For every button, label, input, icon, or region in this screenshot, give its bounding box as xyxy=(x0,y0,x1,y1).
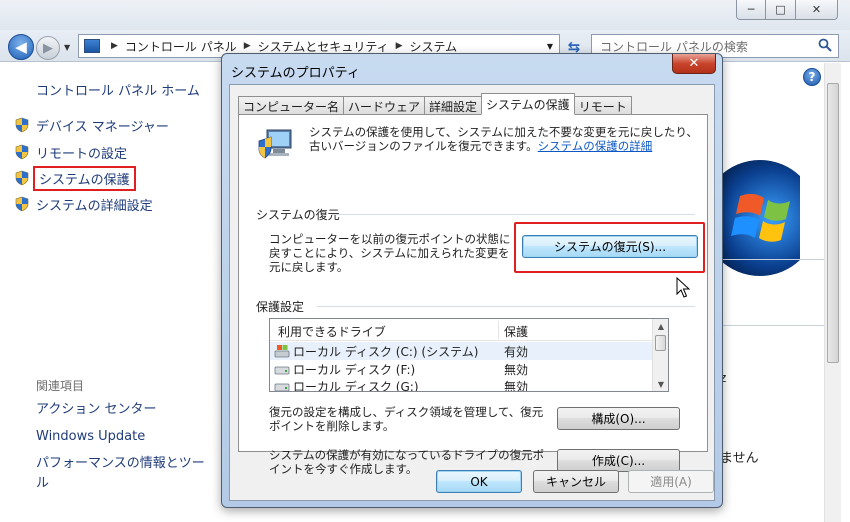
tab-hardware[interactable]: ハードウェア xyxy=(343,96,426,115)
related-section-title: 関連項目 xyxy=(36,379,85,393)
hard-drive-icon xyxy=(274,383,290,391)
related-link-action-center[interactable]: アクション センター xyxy=(36,400,216,420)
protection-settings-title: 保護設定 xyxy=(256,300,305,314)
main-content-area: ? z ません xyxy=(720,63,850,522)
related-link-performance[interactable]: パフォーマンスの情報とツール xyxy=(36,454,216,494)
shield-icon xyxy=(15,117,29,133)
help-icon[interactable]: ? xyxy=(803,68,821,86)
tab-remote[interactable]: リモート xyxy=(573,96,632,115)
drive-name: ローカル ディスク (F:) xyxy=(293,362,416,377)
breadcrumb-control-panel[interactable]: コントロール パネル xyxy=(125,38,237,55)
mouse-cursor-icon xyxy=(676,277,690,298)
window-titlebar: ─ □ ✕ xyxy=(0,0,850,30)
search-icon[interactable] xyxy=(818,38,832,52)
scroll-up-icon[interactable]: ▲ xyxy=(653,319,668,333)
column-separator[interactable] xyxy=(498,321,499,339)
system-properties-dialog: システムのプロパティ ✕ コンピューター名 ハードウェア 詳細設定 システムの保… xyxy=(221,53,723,508)
scrollbar-thumb[interactable] xyxy=(827,83,839,363)
sidebar-item-label: システムの保護 xyxy=(33,165,136,191)
system-protection-panel: システムの保護を使用して、システムに加えた不要な変更を元に戻したり、古いバージョ… xyxy=(238,114,708,476)
drive-list-scrollbar[interactable]: ▲ ▼ xyxy=(652,319,668,391)
system-drive-icon xyxy=(274,345,290,358)
sidebar-item-system-protection[interactable]: システムの保護 xyxy=(14,165,136,191)
shield-icon xyxy=(15,196,29,212)
sidebar-item-remote-settings[interactable]: リモートの設定 xyxy=(14,142,127,162)
restore-group-title: システムの復元 xyxy=(256,208,340,222)
shield-icon xyxy=(15,144,29,160)
sidebar-item-advanced-settings[interactable]: システムの詳細設定 xyxy=(14,194,153,214)
close-icon: ✕ xyxy=(688,56,700,71)
drive-protection-status: 無効 xyxy=(504,362,529,377)
configure-button[interactable]: 構成(O)... xyxy=(557,407,680,430)
dialog-body: コンピューター名 ハードウェア 詳細設定 システムの保護 リモート システムの保… xyxy=(229,84,715,501)
windows-logo xyxy=(720,160,800,276)
content-text-fragment: ません xyxy=(720,451,759,466)
shield-icon xyxy=(15,170,29,186)
drive-protection-status: 無効 xyxy=(504,379,529,392)
column-header-drive[interactable]: 利用できるドライブ xyxy=(278,323,386,340)
history-dropdown-icon[interactable]: ▼ xyxy=(64,43,70,52)
apply-button[interactable]: 適用(A) xyxy=(628,470,714,493)
window-controls: ─ □ ✕ xyxy=(736,0,838,20)
back-button[interactable]: ◀ xyxy=(8,34,34,60)
column-header-protection[interactable]: 保護 xyxy=(504,323,528,340)
sidebar-home-link[interactable]: コントロール パネル ホーム xyxy=(36,80,200,99)
sidebar-item-device-manager[interactable]: デバイス マネージャー xyxy=(14,115,169,135)
scrollbar-thumb[interactable] xyxy=(655,335,666,351)
drive-row-c[interactable]: ローカル ディスク (C:) (システム) 有効 xyxy=(270,342,654,360)
drive-name: ローカル ディスク (C:) (システム) xyxy=(293,344,479,359)
forward-button[interactable]: ▶ xyxy=(36,36,60,60)
tab-computer-name[interactable]: コンピューター名 xyxy=(238,96,345,115)
arrow-right-icon: ▶ xyxy=(43,40,53,56)
drive-row-f[interactable]: ローカル ディスク (F:) 無効 xyxy=(270,360,654,378)
cancel-button[interactable]: キャンセル xyxy=(533,470,619,493)
tab-bar: コンピューター名 ハードウェア 詳細設定 システムの保護 リモート xyxy=(238,93,632,115)
related-link-windows-update[interactable]: Windows Update xyxy=(36,427,216,447)
chevron-right-icon: ▶ xyxy=(111,41,118,51)
drive-row-g[interactable]: ローカル ディスク (G:) 無効 xyxy=(270,377,654,392)
divider xyxy=(317,306,695,307)
drive-protection-status: 有効 xyxy=(504,344,529,359)
chevron-right-icon[interactable]: ▶ xyxy=(396,41,403,51)
sidebar-item-label: リモートの設定 xyxy=(36,146,128,162)
breadcrumb-system[interactable]: システム xyxy=(410,38,458,55)
control-panel-icon xyxy=(84,39,100,53)
drive-list[interactable]: 利用できるドライブ 保護 ローカル ディスク (C:) (システム) 有効 ロー… xyxy=(269,318,669,392)
system-protection-icon xyxy=(258,129,292,159)
sidebar-item-label: システムの詳細設定 xyxy=(36,198,153,214)
chevron-down-icon[interactable]: ▼ xyxy=(547,42,553,51)
dialog-close-button[interactable]: ✕ xyxy=(672,54,716,74)
sidebar: コントロール パネル ホーム デバイス マネージャー リモートの設定 システムの… xyxy=(0,63,222,522)
sidebar-item-label: デバイス マネージャー xyxy=(36,119,169,135)
scroll-down-icon[interactable]: ▼ xyxy=(653,377,668,391)
breadcrumb-system-security[interactable]: システムとセキュリティ xyxy=(258,38,389,55)
main-scrollbar[interactable] xyxy=(824,63,841,522)
drive-name: ローカル ディスク (G:) xyxy=(293,379,419,392)
ok-button[interactable]: OK xyxy=(436,470,522,493)
close-button[interactable]: ✕ xyxy=(796,0,838,20)
arrow-left-icon: ◀ xyxy=(15,38,27,56)
system-restore-button[interactable]: システムの復元(S)... xyxy=(522,235,698,258)
dialog-title: システムのプロパティ xyxy=(231,66,360,81)
divider xyxy=(720,325,824,326)
configure-description: 復元の設定を構成し、ディスク領域を管理して、復元ポイントを削除します。 xyxy=(269,405,544,433)
hard-drive-icon xyxy=(274,366,290,375)
minimize-button[interactable]: ─ xyxy=(736,0,766,20)
divider xyxy=(720,259,824,260)
divider xyxy=(331,214,695,215)
search-placeholder: コントロール パネルの検索 xyxy=(600,39,748,54)
tab-system-protection[interactable]: システムの保護 xyxy=(481,93,575,115)
maximize-button[interactable]: □ xyxy=(766,0,796,20)
create-button[interactable]: 作成(C)... xyxy=(557,449,680,472)
protection-details-link[interactable]: システムの保護の詳細 xyxy=(538,139,653,153)
chevron-right-icon[interactable]: ▶ xyxy=(244,41,251,51)
restore-description: コンピューターを以前の復元ポイントの状態に戻すことにより、システムに加えられた変… xyxy=(269,232,511,274)
drive-list-header: 利用できるドライブ 保護 xyxy=(270,319,654,341)
tab-advanced[interactable]: 詳細設定 xyxy=(424,96,483,115)
protection-description: システムの保護を使用して、システムに加えた不要な変更を元に戻したり、古いバージョ… xyxy=(309,125,699,153)
